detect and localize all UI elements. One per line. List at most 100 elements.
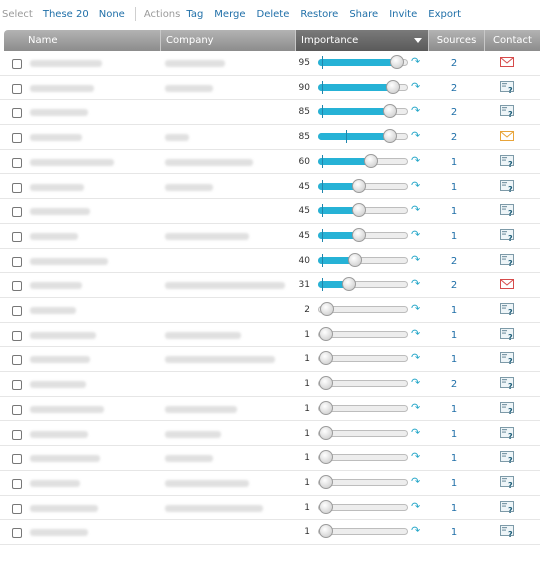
vcard-question-icon[interactable]: ? (500, 377, 515, 393)
row-checkbox[interactable] (12, 503, 22, 514)
table-row[interactable]: 1 ↷ 1? (0, 347, 540, 373)
row-checkbox[interactable] (12, 157, 22, 168)
sources-count-link[interactable]: 1 (428, 520, 480, 546)
table-row[interactable]: 1 ↷ 1? (0, 397, 540, 422)
sources-count-link[interactable]: 2 (428, 125, 480, 151)
sources-count-link[interactable]: 2 (428, 273, 480, 299)
redo-arrow-icon[interactable]: ↷ (411, 105, 420, 117)
importance-slider[interactable] (318, 298, 408, 322)
importance-slider[interactable] (318, 273, 408, 297)
importance-slider[interactable] (318, 249, 408, 273)
slider-handle[interactable] (319, 302, 334, 316)
table-row[interactable]: 95 ↷ 2 (0, 51, 540, 76)
slider-handle[interactable] (363, 153, 378, 168)
vcard-question-icon[interactable]: ? (500, 303, 515, 319)
vcard-question-icon[interactable]: ? (500, 154, 515, 171)
row-checkbox[interactable] (12, 281, 22, 292)
table-row[interactable]: 1 ↷ 1? (0, 422, 540, 447)
importance-slider[interactable] (318, 496, 408, 520)
row-checkbox[interactable] (12, 133, 22, 144)
redo-arrow-icon[interactable]: ↷ (411, 401, 420, 414)
redo-arrow-icon[interactable]: ↷ (411, 352, 420, 364)
importance-slider[interactable] (318, 372, 408, 396)
slider-handle[interactable] (318, 450, 333, 465)
row-checkbox[interactable] (12, 404, 22, 415)
redo-arrow-icon[interactable]: ↷ (411, 228, 420, 241)
redo-arrow-icon[interactable]: ↷ (411, 278, 420, 290)
select-none-link[interactable]: None (99, 9, 125, 20)
sources-count-link[interactable]: 1 (428, 298, 480, 324)
vcard-question-icon[interactable]: ? (500, 525, 515, 541)
redo-arrow-icon[interactable]: ↷ (411, 475, 420, 488)
table-row[interactable]: 85 ↷ 2? (0, 100, 540, 126)
importance-slider[interactable] (318, 76, 408, 100)
table-row[interactable]: 1 ↷ 1? (0, 520, 540, 545)
slider-handle[interactable] (352, 203, 367, 218)
slider-handle[interactable] (382, 129, 397, 144)
importance-slider[interactable] (318, 323, 408, 347)
row-checkbox[interactable] (12, 207, 22, 218)
table-row[interactable]: 1 ↷ 1? (0, 323, 540, 348)
sources-count-link[interactable]: 1 (428, 150, 480, 176)
sources-count-link[interactable]: 2 (428, 51, 480, 77)
redo-arrow-icon[interactable]: ↷ (411, 303, 420, 315)
table-row[interactable]: 60 ↷ 1? (0, 150, 540, 175)
redo-arrow-icon[interactable]: ↷ (411, 500, 420, 513)
slider-handle[interactable] (318, 425, 333, 440)
sources-column-header[interactable]: Sources (428, 30, 484, 51)
redo-arrow-icon[interactable]: ↷ (411, 253, 420, 266)
importance-slider[interactable] (318, 446, 408, 470)
sources-count-link[interactable]: 1 (428, 224, 480, 250)
vcard-question-icon[interactable]: ? (500, 401, 515, 418)
importance-column-header[interactable]: Importance (295, 30, 428, 51)
contact-column-header[interactable]: Contact (484, 30, 540, 51)
sources-count-link[interactable]: 1 (428, 422, 480, 448)
delete-action[interactable]: Delete (257, 9, 290, 20)
sources-count-link[interactable]: 1 (428, 175, 480, 201)
sources-count-link[interactable]: 2 (428, 372, 480, 398)
vcard-question-icon[interactable]: ? (500, 179, 515, 196)
table-row[interactable]: 1 ↷ 1? (0, 496, 540, 521)
table-row[interactable]: 45 ↷ 1? (0, 175, 540, 200)
slider-handle[interactable] (382, 104, 397, 119)
vcard-question-icon[interactable]: ? (500, 204, 515, 220)
row-checkbox[interactable] (12, 306, 22, 316)
sources-count-link[interactable]: 1 (428, 471, 480, 497)
vcard-question-icon[interactable]: ? (500, 352, 515, 368)
table-row[interactable]: 45 ↷ 1? (0, 224, 540, 249)
row-checkbox[interactable] (12, 429, 22, 440)
importance-slider[interactable] (318, 51, 408, 75)
row-checkbox[interactable] (12, 330, 22, 341)
row-checkbox[interactable] (12, 355, 22, 366)
invite-action[interactable]: Invite (389, 9, 417, 20)
merge-action[interactable]: Merge (214, 9, 245, 20)
table-row[interactable]: 85 ↷ 2 (0, 125, 540, 150)
slider-handle[interactable] (318, 376, 333, 391)
slider-handle[interactable] (352, 227, 367, 242)
slider-handle[interactable] (318, 400, 333, 415)
share-action[interactable]: Share (349, 9, 378, 20)
vcard-question-icon[interactable]: ? (500, 105, 515, 121)
row-checkbox[interactable] (12, 454, 22, 465)
redo-arrow-icon[interactable]: ↷ (411, 130, 420, 142)
slider-handle[interactable] (390, 55, 405, 69)
redo-arrow-icon[interactable]: ↷ (411, 426, 420, 439)
select-these-20-link[interactable]: These 20 (43, 9, 89, 20)
table-row[interactable]: 40 ↷ 2? (0, 249, 540, 274)
importance-slider[interactable] (318, 125, 408, 149)
slider-handle[interactable] (348, 252, 363, 267)
mail-red-icon[interactable] (500, 278, 515, 294)
sources-count-link[interactable]: 1 (428, 323, 480, 349)
tag-action[interactable]: Tag (186, 9, 203, 20)
slider-handle[interactable] (318, 326, 333, 341)
row-checkbox[interactable] (12, 182, 22, 193)
slider-handle[interactable] (318, 351, 333, 366)
sources-count-link[interactable]: 1 (428, 446, 480, 472)
redo-arrow-icon[interactable]: ↷ (411, 451, 420, 463)
row-checkbox[interactable] (12, 59, 22, 69)
vcard-question-icon[interactable]: ? (500, 475, 515, 492)
importance-slider[interactable] (318, 100, 408, 124)
row-checkbox[interactable] (12, 528, 22, 539)
redo-arrow-icon[interactable]: ↷ (411, 204, 420, 216)
mail-red-icon[interactable] (500, 56, 515, 72)
